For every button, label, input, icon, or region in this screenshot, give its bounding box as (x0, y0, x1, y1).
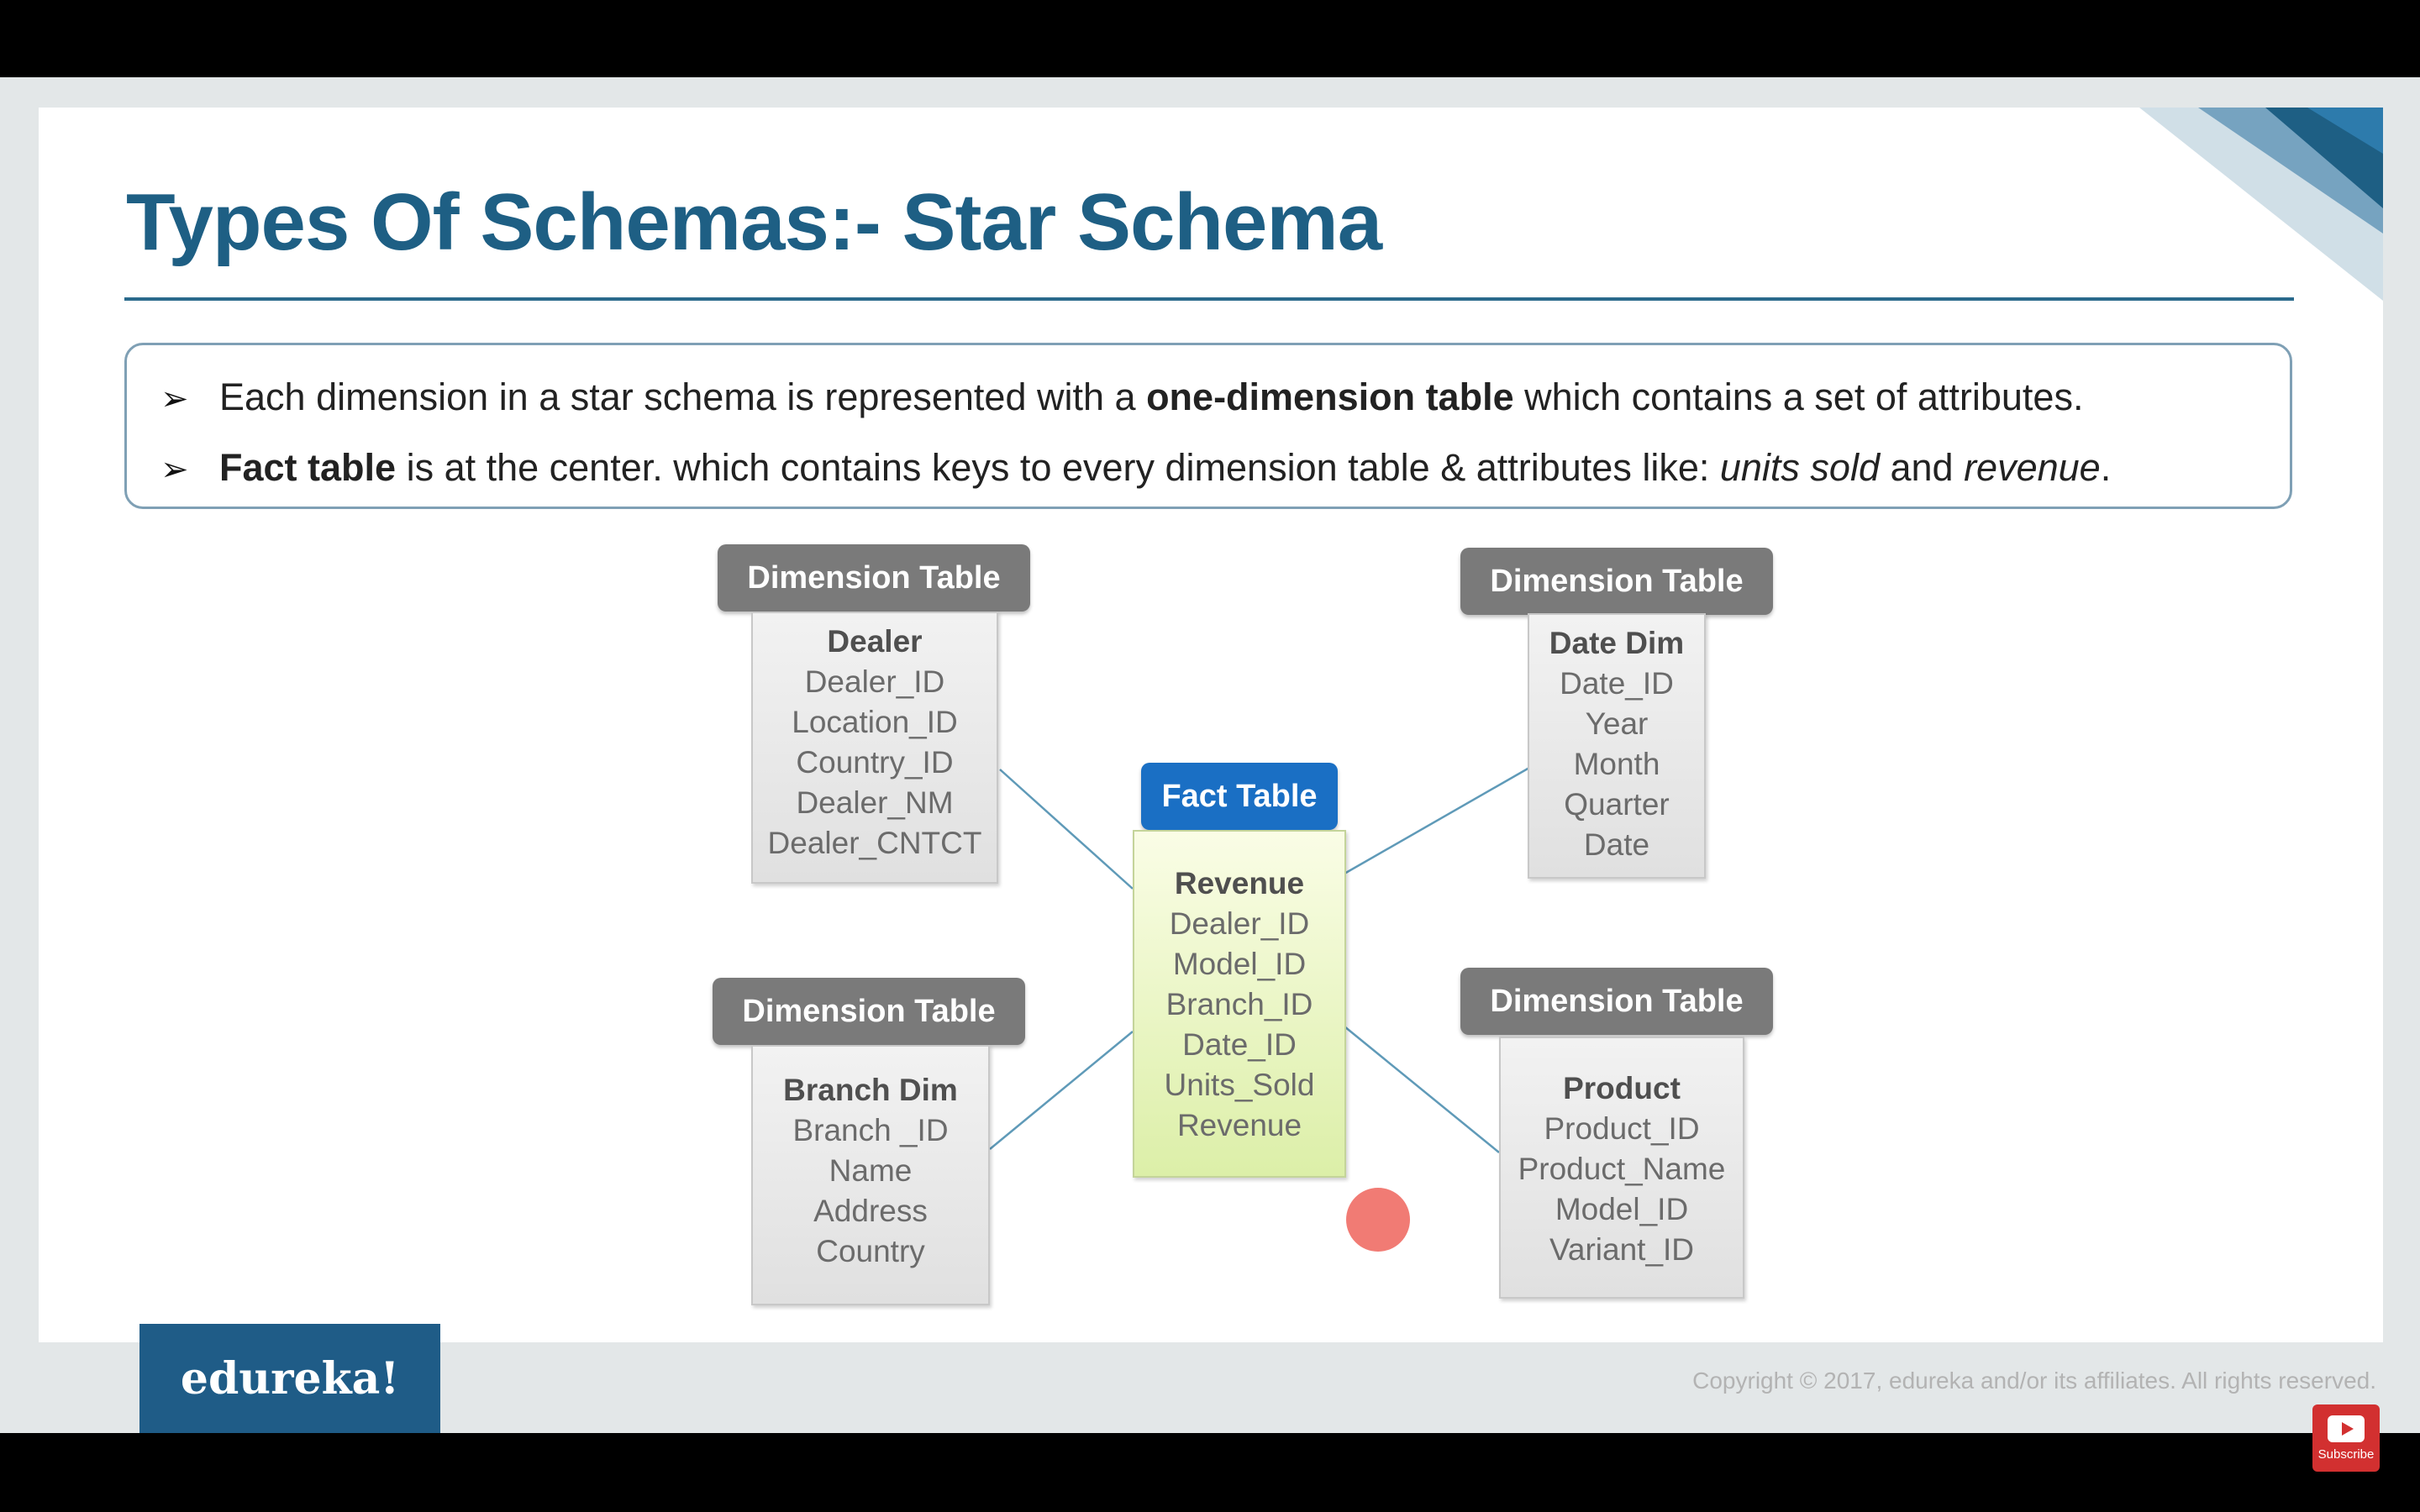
bullet-text-bold: one-dimension table (1146, 375, 1514, 418)
table-field: Location_ID (792, 705, 958, 739)
table-name: Date Dim (1549, 626, 1685, 660)
table-field: Dealer_ID (804, 664, 945, 699)
table-field: Month (1573, 747, 1660, 781)
table-field: Dealer_CNTCT (767, 826, 982, 860)
copyright-text: Copyright © 2017, edureka and/or its aff… (1692, 1368, 2376, 1394)
bullet-text-italic: revenue (1964, 446, 2101, 489)
table-field: Quarter (1564, 787, 1670, 822)
table-field: Date (1583, 827, 1650, 862)
table-field: Address (813, 1194, 928, 1228)
video-letterbox-bottom (0, 1433, 2420, 1512)
table-field: Variant_ID (1549, 1232, 1695, 1267)
bullet-text-italic: units sold (1719, 446, 1880, 489)
table-name: Revenue (1174, 866, 1305, 900)
table-field: Product_ID (1544, 1111, 1700, 1146)
table-field: Country_ID (796, 745, 954, 780)
title-divider (124, 297, 2294, 301)
subscribe-button[interactable]: Subscribe (2312, 1404, 2380, 1472)
subscribe-label: Subscribe (2317, 1446, 2375, 1462)
product-dimension-header: Dimension Table (1460, 968, 1773, 1035)
table-field: Model_ID (1555, 1192, 1689, 1226)
table-field: Product_Name (1518, 1152, 1726, 1186)
branch-dimension-table: Branch Dim Branch _ID Name Address Count… (751, 1045, 990, 1305)
bullet-text: Each dimension in a star schema is repre… (219, 375, 1147, 418)
table-field: Model_ID (1172, 947, 1307, 981)
cursor-highlight (1346, 1188, 1410, 1252)
product-dimension-table: Product Product_ID Product_Name Model_ID… (1499, 1037, 1744, 1299)
table-field: Branch _ID (792, 1113, 949, 1147)
bullet-text-bold: Fact table (219, 446, 397, 489)
dealer-dimension-table: Dealer Dealer_ID Location_ID Country_ID … (751, 612, 998, 884)
video-letterbox-top (0, 0, 2420, 77)
table-field: Units_Sold (1164, 1068, 1315, 1102)
table-field: Year (1585, 706, 1649, 741)
bullet-text: . (2100, 446, 2112, 489)
bullet-box: ➢ Each dimension in a star schema is repr… (124, 343, 2292, 509)
table-field: Dealer_ID (1169, 906, 1310, 941)
table-name: Branch Dim (783, 1073, 958, 1107)
table-field: Name (829, 1153, 913, 1188)
table-field: Branch_ID (1165, 987, 1313, 1021)
bullet-text: and (1879, 446, 1965, 489)
slide-title: Types Of Schemas:- Star Schema (126, 177, 1382, 267)
edureka-logo: edureka! (139, 1324, 440, 1433)
bullet-item: ➢ Each dimension in a star schema is repr… (160, 375, 2083, 419)
table-field: Country (816, 1234, 925, 1268)
table-field: Date_ID (1560, 666, 1674, 701)
table-name: Product (1563, 1071, 1681, 1105)
arrow-bullet-icon: ➢ (160, 381, 189, 417)
table-field: Dealer_NM (796, 785, 954, 820)
bullet-text: which contains a set of attributes. (1513, 375, 2084, 418)
youtube-play-icon (2328, 1415, 2365, 1442)
date-dimension-header: Dimension Table (1460, 548, 1773, 615)
branch-dimension-header: Dimension Table (713, 978, 1025, 1045)
bullet-item: ➢ Fact table is at the center. which cont… (160, 446, 2111, 490)
fact-table: Revenue Dealer_ID Model_ID Branch_ID Dat… (1133, 830, 1346, 1178)
table-name: Dealer (827, 624, 923, 659)
corner-decoration-icon (2106, 108, 2383, 301)
table-field: Date_ID (1182, 1027, 1297, 1062)
table-field: Revenue (1176, 1108, 1302, 1142)
fact-table-header: Fact Table (1141, 763, 1338, 830)
dealer-dimension-header: Dimension Table (718, 544, 1030, 612)
arrow-bullet-icon: ➢ (160, 451, 189, 488)
bullet-text: is at the center. which contains keys to… (396, 446, 1720, 489)
date-dimension-table: Date Dim Date_ID Year Month Quarter Date (1528, 613, 1706, 879)
